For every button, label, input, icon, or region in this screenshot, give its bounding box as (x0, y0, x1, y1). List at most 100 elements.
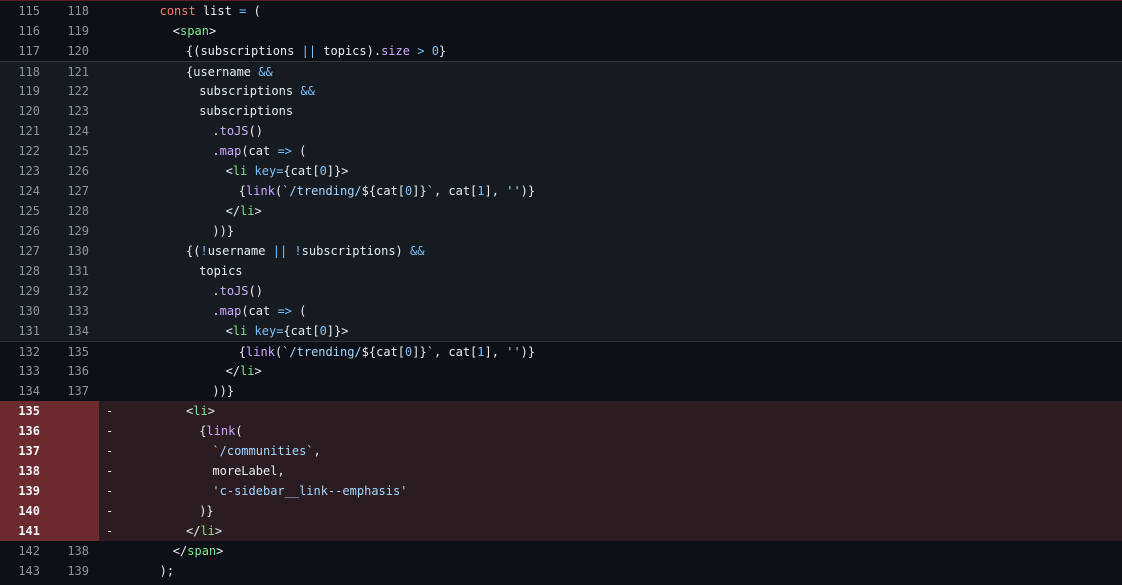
new-line-number[interactable]: 118 (49, 1, 89, 21)
old-line-number[interactable]: 136 (0, 421, 40, 441)
new-line-number[interactable]: 134 (49, 321, 89, 341)
diff-row-deleted: 141 - </li> (0, 521, 1122, 541)
old-line-number[interactable]: 119 (0, 81, 40, 101)
code-line: .toJS() (212, 281, 263, 301)
old-line-number[interactable]: 124 (0, 181, 40, 201)
new-line-number[interactable]: 121 (49, 62, 89, 82)
code-token: || (272, 244, 288, 258)
old-line-number[interactable]: 121 (0, 121, 40, 141)
new-line-number[interactable]: 119 (49, 21, 89, 41)
new-line-number[interactable]: 136 (49, 361, 89, 381)
code-token: ( (235, 424, 243, 438)
old-line-number[interactable]: 118 (0, 62, 40, 82)
diff-row: 142 138 </span> (0, 541, 1122, 561)
diff-row: 125 128 </li> (0, 201, 1122, 221)
new-line-number[interactable]: 133 (49, 301, 89, 321)
old-line-number[interactable]: 127 (0, 241, 40, 261)
code-token: li (240, 204, 255, 218)
old-line-number[interactable]: 141 (0, 521, 40, 541)
diff-row: 134 137))} (0, 381, 1122, 401)
code-token: `/communities` (212, 444, 314, 458)
code-token: `/trending/ (282, 184, 362, 198)
new-line-number[interactable]: 129 (49, 221, 89, 241)
code-token: const (159, 4, 196, 18)
old-line-number[interactable]: 135 (0, 401, 40, 421)
code-token: > (254, 204, 262, 218)
code-token: ))} (212, 224, 235, 238)
old-line-number[interactable]: 123 (0, 161, 40, 181)
code-token: 1 (477, 184, 485, 198)
new-line-number[interactable]: 122 (49, 81, 89, 101)
code-token: </ (172, 544, 188, 558)
old-line-number[interactable]: 117 (0, 41, 40, 61)
code-token: li (200, 524, 215, 538)
new-line-number[interactable]: 135 (49, 342, 89, 362)
diff-marker: - (106, 504, 114, 518)
code-token: link (246, 345, 275, 359)
code-token: topics (199, 264, 243, 278)
code-line: <span> (173, 21, 216, 41)
code-line: subscriptions (199, 101, 293, 121)
new-line-number[interactable]: 139 (49, 561, 89, 581)
new-line-number[interactable]: 123 (49, 101, 89, 121)
new-line-number[interactable]: 124 (49, 121, 89, 141)
old-line-number[interactable]: 130 (0, 301, 40, 321)
old-line-number[interactable]: 125 (0, 201, 40, 221)
diff-row: 130 133 .map(cat => ( (0, 301, 1122, 321)
old-line-number[interactable]: 137 (0, 441, 40, 461)
code-token: . (212, 284, 220, 298)
new-line-number[interactable]: 128 (49, 201, 89, 221)
code-token: 0 (319, 324, 327, 338)
code-line: .map(cat => ( (212, 301, 306, 321)
old-line-number[interactable]: 143 (0, 561, 40, 581)
old-line-number[interactable]: 116 (0, 21, 40, 41)
code-token: . (212, 144, 220, 158)
code-line: </li> (226, 201, 262, 221)
new-line-number[interactable]: 130 (49, 241, 89, 261)
diff-row: 129 132 .toJS() (0, 281, 1122, 301)
diff-row: 119 122 subscriptions && (0, 81, 1122, 101)
new-line-number[interactable]: 120 (49, 41, 89, 61)
old-line-number[interactable]: 128 (0, 261, 40, 281)
code-token: subscriptions) (301, 244, 411, 258)
new-line-number[interactable]: 125 (49, 141, 89, 161)
new-line-number[interactable]: 137 (49, 381, 89, 401)
old-line-number[interactable]: 142 (0, 541, 40, 561)
code-line: <li key={cat[0]}> (226, 161, 349, 181)
diff-row: 127 130 {(!username || !subscriptions) && (0, 241, 1122, 261)
old-line-number[interactable]: 131 (0, 321, 40, 341)
old-line-number[interactable]: 129 (0, 281, 40, 301)
diff-row: 121 124 .toJS() (0, 121, 1122, 141)
old-line-number[interactable]: 126 (0, 221, 40, 241)
diff-row: 115 118 const list = ( (0, 1, 1122, 21)
old-line-number[interactable]: 133 (0, 361, 40, 381)
code-line: <li key={cat[0]}> (226, 321, 349, 341)
diff-row: 131 134 <li key={cat[0]}> (0, 321, 1122, 341)
old-line-number[interactable]: 138 (0, 461, 40, 481)
old-line-number[interactable]: 140 (0, 501, 40, 521)
new-line-number[interactable]: 127 (49, 181, 89, 201)
old-line-number[interactable]: 120 (0, 101, 40, 121)
code-token: li (232, 324, 248, 338)
code-token: && (258, 65, 273, 79)
new-line-number[interactable]: 131 (49, 261, 89, 281)
code-token: li (240, 364, 255, 378)
new-line-number[interactable]: 126 (49, 161, 89, 181)
diff-row: 122 125 .map(cat => ( (0, 141, 1122, 161)
code-token: )} (520, 345, 536, 359)
new-line-number[interactable]: 138 (49, 541, 89, 561)
old-line-number[interactable]: 122 (0, 141, 40, 161)
code-token: ]}> (326, 164, 349, 178)
old-line-number[interactable]: 134 (0, 381, 40, 401)
old-line-number[interactable]: 115 (0, 1, 40, 21)
code-token: {cat[ (283, 164, 320, 178)
code-token: list (195, 4, 240, 18)
code-token: {username (186, 65, 259, 79)
new-line-number[interactable]: 132 (49, 281, 89, 301)
old-line-number[interactable]: 139 (0, 481, 40, 501)
diff-row-deleted: 137 - `/communities`, (0, 441, 1122, 461)
old-line-number[interactable]: 132 (0, 342, 40, 362)
diff-row: 143 139); (0, 561, 1122, 581)
code-token: </ (225, 364, 241, 378)
